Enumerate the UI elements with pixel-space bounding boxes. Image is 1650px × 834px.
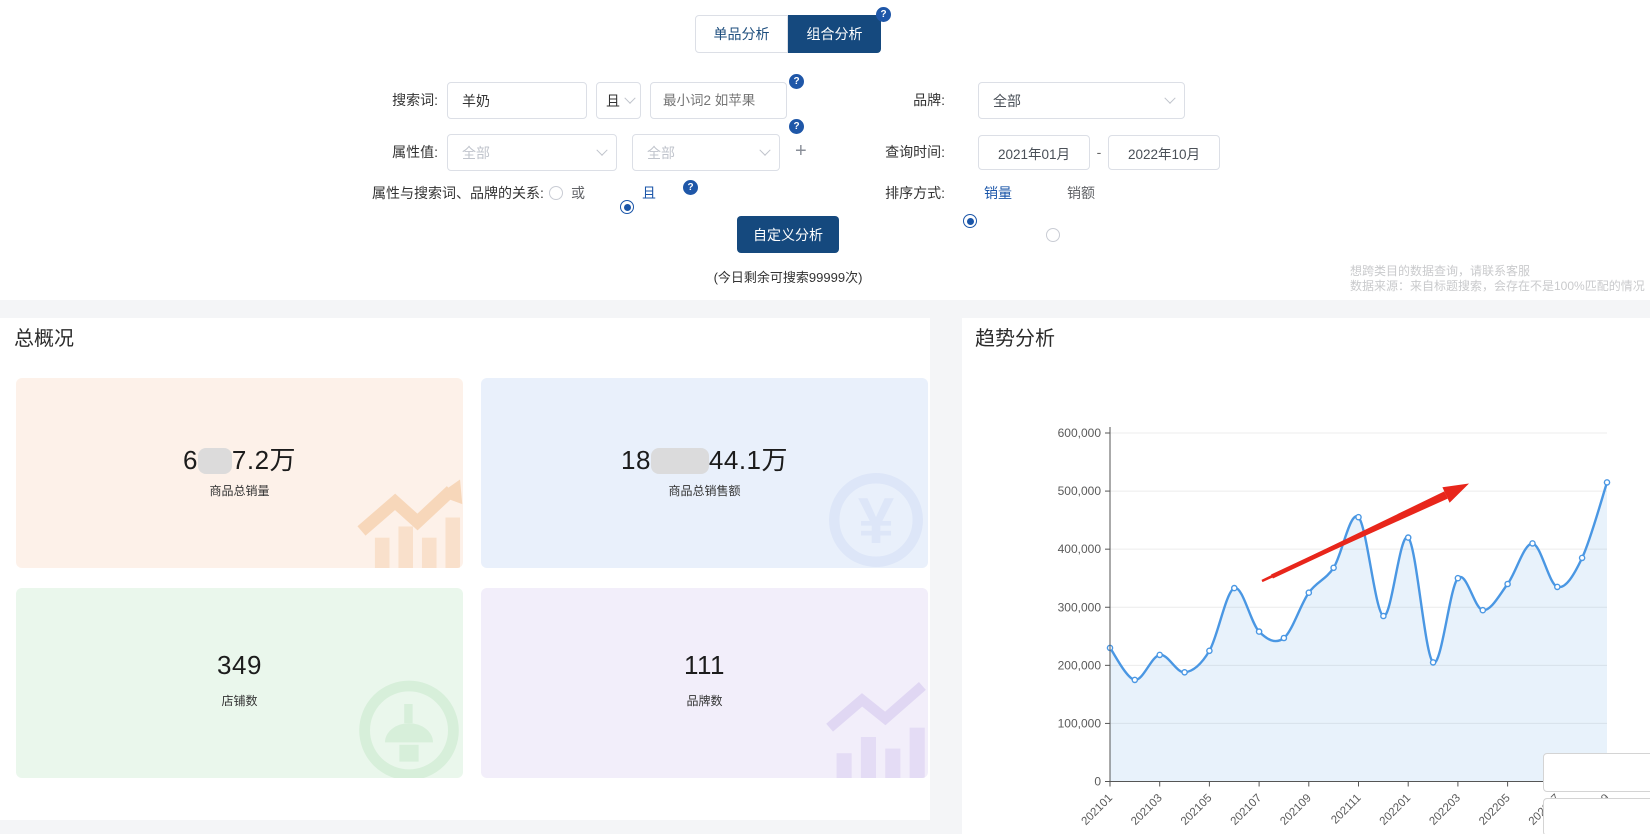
attribute-label: 属性值: [330, 134, 438, 171]
relation-and-label[interactable]: 且 [642, 182, 656, 204]
chevron-down-icon [1164, 92, 1175, 103]
svg-text:200,000: 200,000 [1058, 658, 1102, 672]
attribute-select-1-value: 全部 [462, 143, 598, 163]
tab-single-analysis[interactable]: 单品分析 [695, 15, 788, 53]
chevron-down-icon [759, 144, 770, 155]
trend-panel: 趋势分析 0100,000200,000300,000400,000500,00… [962, 318, 1650, 834]
shop-icon [349, 668, 463, 778]
date-separator: - [1092, 135, 1106, 170]
floating-widget-bottom[interactable] [1543, 798, 1650, 834]
blur-mask [198, 448, 232, 474]
search-term-label: 搜索词: [330, 82, 438, 119]
word-connector-value: 且 [606, 91, 626, 111]
svg-text:202101: 202101 [1080, 792, 1116, 828]
date-end-input[interactable] [1108, 135, 1220, 170]
relation-or-radio[interactable] [549, 186, 563, 200]
sort-qty-label[interactable]: 销量 [984, 182, 1012, 204]
word-connector-select[interactable]: 且 [596, 82, 641, 119]
help-icon[interactable]: ? [683, 180, 698, 195]
svg-text:400,000: 400,000 [1058, 542, 1102, 556]
help-icon[interactable]: ? [876, 7, 891, 22]
svg-text:0: 0 [1094, 775, 1101, 789]
yen-circle-icon: ¥ [818, 462, 928, 568]
query-time-label: 查询时间: [840, 134, 945, 171]
query-form-section: 单品分析 组合分析 ? 搜索词: 且 ? 品牌: 全部 属性值: 全部 全部 +… [0, 0, 1650, 300]
help-icon[interactable]: ? [789, 74, 804, 89]
svg-text:600,000: 600,000 [1058, 426, 1102, 440]
min-word-input[interactable] [650, 82, 787, 119]
attribute-select-2[interactable]: 全部 [632, 134, 780, 171]
sort-amount-radio[interactable] [1046, 228, 1060, 242]
relation-label: 属性与搜索词、品牌的关系: [372, 182, 544, 204]
svg-text:202201: 202201 [1378, 792, 1414, 828]
relation-and-radio[interactable] [620, 200, 634, 214]
date-start-input[interactable] [978, 135, 1090, 170]
notice-line-2: 数据来源：来自标题搜索，会存在不是100%匹配的情况 [1350, 279, 1645, 294]
blur-mask [651, 448, 709, 474]
sort-label: 排序方式: [840, 182, 945, 204]
svg-text:500,000: 500,000 [1058, 484, 1102, 498]
svg-text:202205: 202205 [1477, 792, 1513, 828]
quota-note: (今日剩余可搜索99999次) [638, 267, 938, 286]
floating-widget-top[interactable] [1543, 753, 1650, 792]
svg-text:300,000: 300,000 [1058, 600, 1102, 614]
bar-chart-icon [818, 672, 928, 778]
search-term-input[interactable] [447, 82, 587, 119]
svg-text:¥: ¥ [858, 484, 894, 557]
notice-line-1: 想跨类目的数据查询，请联系客服 [1350, 264, 1645, 279]
svg-text:202103: 202103 [1129, 792, 1165, 828]
sort-amount-label[interactable]: 销额 [1067, 182, 1095, 204]
stat-card-total-revenue: 1844.1万 商品总销售额 ¥ [481, 378, 928, 568]
svg-text:202107: 202107 [1229, 792, 1265, 828]
plus-icon[interactable]: + [795, 134, 807, 171]
attribute-select-2-value: 全部 [647, 143, 761, 163]
svg-text:202111: 202111 [1329, 792, 1363, 826]
trend-up-icon [357, 466, 463, 568]
chevron-down-icon [624, 92, 635, 103]
chevron-down-icon [596, 144, 607, 155]
custom-analysis-button[interactable]: 自定义分析 [737, 216, 839, 253]
tab-combo-analysis[interactable]: 组合分析 [788, 15, 881, 53]
brand-label: 品牌: [840, 82, 945, 119]
data-source-notice: 想跨类目的数据查询，请联系客服 数据来源：来自标题搜索，会存在不是100%匹配的… [1350, 264, 1645, 294]
attribute-select-1[interactable]: 全部 [447, 134, 617, 171]
svg-text:202109: 202109 [1278, 792, 1314, 828]
svg-text:100,000: 100,000 [1058, 716, 1102, 730]
help-icon[interactable]: ? [789, 119, 804, 134]
overview-title: 总概况 [14, 322, 74, 351]
stat-card-brand-count: 111 品牌数 [481, 588, 928, 778]
stat-card-shop-count: 349 店铺数 [16, 588, 463, 778]
svg-text:202203: 202203 [1427, 792, 1463, 828]
stat-card-total-sales: 67.2万 商品总销量 [16, 378, 463, 568]
relation-or-label[interactable]: 或 [571, 182, 585, 204]
svg-text:202105: 202105 [1179, 792, 1215, 828]
brand-select[interactable]: 全部 [978, 82, 1185, 119]
overview-panel: 总概况 67.2万 商品总销量 1844.1万 商品总销售额 ¥ 349 店铺数 [0, 318, 930, 820]
sort-qty-radio[interactable] [963, 214, 977, 228]
brand-select-value: 全部 [993, 91, 1166, 111]
